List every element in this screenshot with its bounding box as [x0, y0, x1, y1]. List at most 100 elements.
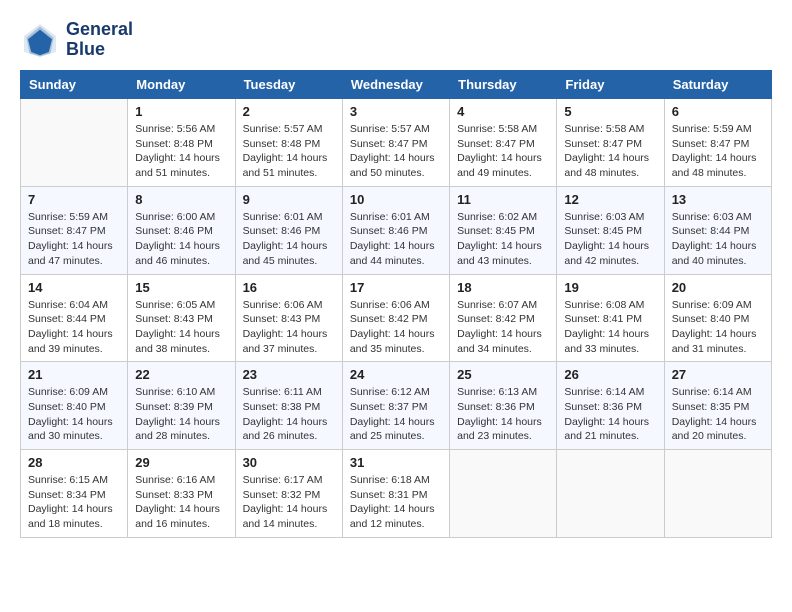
daylight-line2: and 14 minutes.: [243, 517, 335, 532]
daylight-line1: Daylight: 14 hours: [28, 239, 120, 254]
sunrise-text: Sunrise: 6:03 AM: [564, 210, 656, 225]
calendar-cell: 17Sunrise: 6:06 AMSunset: 8:42 PMDayligh…: [342, 274, 449, 362]
calendar-cell: 22Sunrise: 6:10 AMSunset: 8:39 PMDayligh…: [128, 362, 235, 450]
day-info: Sunrise: 6:15 AMSunset: 8:34 PMDaylight:…: [28, 473, 120, 532]
day-info: Sunrise: 6:09 AMSunset: 8:40 PMDaylight:…: [672, 298, 764, 357]
daylight-line2: and 51 minutes.: [135, 166, 227, 181]
day-info: Sunrise: 6:04 AMSunset: 8:44 PMDaylight:…: [28, 298, 120, 357]
daylight-line2: and 28 minutes.: [135, 429, 227, 444]
sunset-text: Sunset: 8:45 PM: [564, 224, 656, 239]
sunrise-text: Sunrise: 6:09 AM: [672, 298, 764, 313]
sunrise-text: Sunrise: 6:06 AM: [243, 298, 335, 313]
sunrise-text: Sunrise: 6:08 AM: [564, 298, 656, 313]
daylight-line1: Daylight: 14 hours: [243, 502, 335, 517]
calendar-cell: [664, 450, 771, 538]
page-header: General Blue: [20, 20, 772, 60]
daylight-line1: Daylight: 14 hours: [28, 327, 120, 342]
day-number: 14: [28, 280, 120, 295]
calendar-cell: 18Sunrise: 6:07 AMSunset: 8:42 PMDayligh…: [450, 274, 557, 362]
week-row-4: 21Sunrise: 6:09 AMSunset: 8:40 PMDayligh…: [21, 362, 772, 450]
sunrise-text: Sunrise: 5:58 AM: [564, 122, 656, 137]
day-number: 7: [28, 192, 120, 207]
sunrise-text: Sunrise: 5:59 AM: [672, 122, 764, 137]
daylight-line1: Daylight: 14 hours: [243, 327, 335, 342]
daylight-line1: Daylight: 14 hours: [350, 415, 442, 430]
daylight-line1: Daylight: 14 hours: [672, 151, 764, 166]
calendar-header: SundayMondayTuesdayWednesdayThursdayFrid…: [21, 71, 772, 99]
day-info: Sunrise: 6:09 AMSunset: 8:40 PMDaylight:…: [28, 385, 120, 444]
day-number: 17: [350, 280, 442, 295]
calendar-cell: 8Sunrise: 6:00 AMSunset: 8:46 PMDaylight…: [128, 186, 235, 274]
sunset-text: Sunset: 8:32 PM: [243, 488, 335, 503]
calendar-cell: 10Sunrise: 6:01 AMSunset: 8:46 PMDayligh…: [342, 186, 449, 274]
sunrise-text: Sunrise: 6:06 AM: [350, 298, 442, 313]
daylight-line2: and 38 minutes.: [135, 342, 227, 357]
day-info: Sunrise: 5:56 AMSunset: 8:48 PMDaylight:…: [135, 122, 227, 181]
daylight-line1: Daylight: 14 hours: [564, 415, 656, 430]
week-row-1: 1 Sunrise: 5:56 AMSunset: 8:48 PMDaylight…: [21, 99, 772, 187]
daylight-line2: and 12 minutes.: [350, 517, 442, 532]
daylight-line1: Daylight: 14 hours: [672, 327, 764, 342]
calendar-cell: 11Sunrise: 6:02 AMSunset: 8:45 PMDayligh…: [450, 186, 557, 274]
daylight-line2: and 37 minutes.: [243, 342, 335, 357]
sunset-text: Sunset: 8:34 PM: [28, 488, 120, 503]
daylight-line2: and 16 minutes.: [135, 517, 227, 532]
daylight-line1: Daylight: 14 hours: [672, 415, 764, 430]
daylight-line1: Daylight: 14 hours: [243, 415, 335, 430]
calendar-cell: 23Sunrise: 6:11 AMSunset: 8:38 PMDayligh…: [235, 362, 342, 450]
sunset-text: Sunset: 8:31 PM: [350, 488, 442, 503]
calendar-cell: 19Sunrise: 6:08 AMSunset: 8:41 PMDayligh…: [557, 274, 664, 362]
day-info: Sunrise: 5:57 AMSunset: 8:47 PMDaylight:…: [350, 122, 442, 181]
daylight-line2: and 23 minutes.: [457, 429, 549, 444]
calendar-cell: 27Sunrise: 6:14 AMSunset: 8:35 PMDayligh…: [664, 362, 771, 450]
daylight-line2: and 31 minutes.: [672, 342, 764, 357]
daylight-line2: and 26 minutes.: [243, 429, 335, 444]
daylight-line1: Daylight: 14 hours: [457, 415, 549, 430]
sunset-text: Sunset: 8:38 PM: [243, 400, 335, 415]
sunset-text: Sunset: 8:47 PM: [564, 137, 656, 152]
day-number: 1: [135, 104, 227, 119]
calendar-cell: 26Sunrise: 6:14 AMSunset: 8:36 PMDayligh…: [557, 362, 664, 450]
day-number: 9: [243, 192, 335, 207]
calendar-cell: 14 Sunrise: 6:04 AMSunset: 8:44 PMDayligh…: [21, 274, 128, 362]
daylight-line1: Daylight: 14 hours: [457, 327, 549, 342]
sunrise-text: Sunrise: 6:15 AM: [28, 473, 120, 488]
day-info: Sunrise: 6:06 AMSunset: 8:43 PMDaylight:…: [243, 298, 335, 357]
sunset-text: Sunset: 8:41 PM: [564, 312, 656, 327]
header-day-saturday: Saturday: [664, 71, 771, 99]
sunset-text: Sunset: 8:47 PM: [457, 137, 549, 152]
daylight-line2: and 35 minutes.: [350, 342, 442, 357]
day-info: Sunrise: 6:02 AMSunset: 8:45 PMDaylight:…: [457, 210, 549, 269]
calendar-cell: 9Sunrise: 6:01 AMSunset: 8:46 PMDaylight…: [235, 186, 342, 274]
day-info: Sunrise: 6:16 AMSunset: 8:33 PMDaylight:…: [135, 473, 227, 532]
sunrise-text: Sunrise: 6:14 AM: [564, 385, 656, 400]
daylight-line2: and 33 minutes.: [564, 342, 656, 357]
day-info: Sunrise: 6:03 AMSunset: 8:45 PMDaylight:…: [564, 210, 656, 269]
sunset-text: Sunset: 8:43 PM: [135, 312, 227, 327]
day-number: 20: [672, 280, 764, 295]
day-number: 10: [350, 192, 442, 207]
day-info: Sunrise: 6:10 AMSunset: 8:39 PMDaylight:…: [135, 385, 227, 444]
calendar-cell: 31Sunrise: 6:18 AMSunset: 8:31 PMDayligh…: [342, 450, 449, 538]
header-day-wednesday: Wednesday: [342, 71, 449, 99]
calendar-cell: 25 Sunrise: 6:13 AMSunset: 8:36 PMDayligh…: [450, 362, 557, 450]
day-number: 5: [564, 104, 656, 119]
daylight-line1: Daylight: 14 hours: [350, 151, 442, 166]
daylight-line2: and 49 minutes.: [457, 166, 549, 181]
calendar-cell: 28Sunrise: 6:15 AMSunset: 8:34 PMDayligh…: [21, 450, 128, 538]
daylight-line1: Daylight: 14 hours: [28, 415, 120, 430]
daylight-line2: and 44 minutes.: [350, 254, 442, 269]
calendar-cell: 20 Sunrise: 6:09 AMSunset: 8:40 PMDayligh…: [664, 274, 771, 362]
day-number: 12: [564, 192, 656, 207]
daylight-line2: and 50 minutes.: [350, 166, 442, 181]
day-info: Sunrise: 6:13 AMSunset: 8:36 PMDaylight:…: [457, 385, 549, 444]
sunset-text: Sunset: 8:46 PM: [135, 224, 227, 239]
daylight-line1: Daylight: 14 hours: [28, 502, 120, 517]
day-number: 25: [457, 367, 549, 382]
calendar-cell: 24Sunrise: 6:12 AMSunset: 8:37 PMDayligh…: [342, 362, 449, 450]
calendar-cell: 4Sunrise: 5:58 AMSunset: 8:47 PMDaylight…: [450, 99, 557, 187]
day-number: 6: [672, 104, 764, 119]
day-info: Sunrise: 6:07 AMSunset: 8:42 PMDaylight:…: [457, 298, 549, 357]
sunrise-text: Sunrise: 6:00 AM: [135, 210, 227, 225]
daylight-line2: and 45 minutes.: [243, 254, 335, 269]
